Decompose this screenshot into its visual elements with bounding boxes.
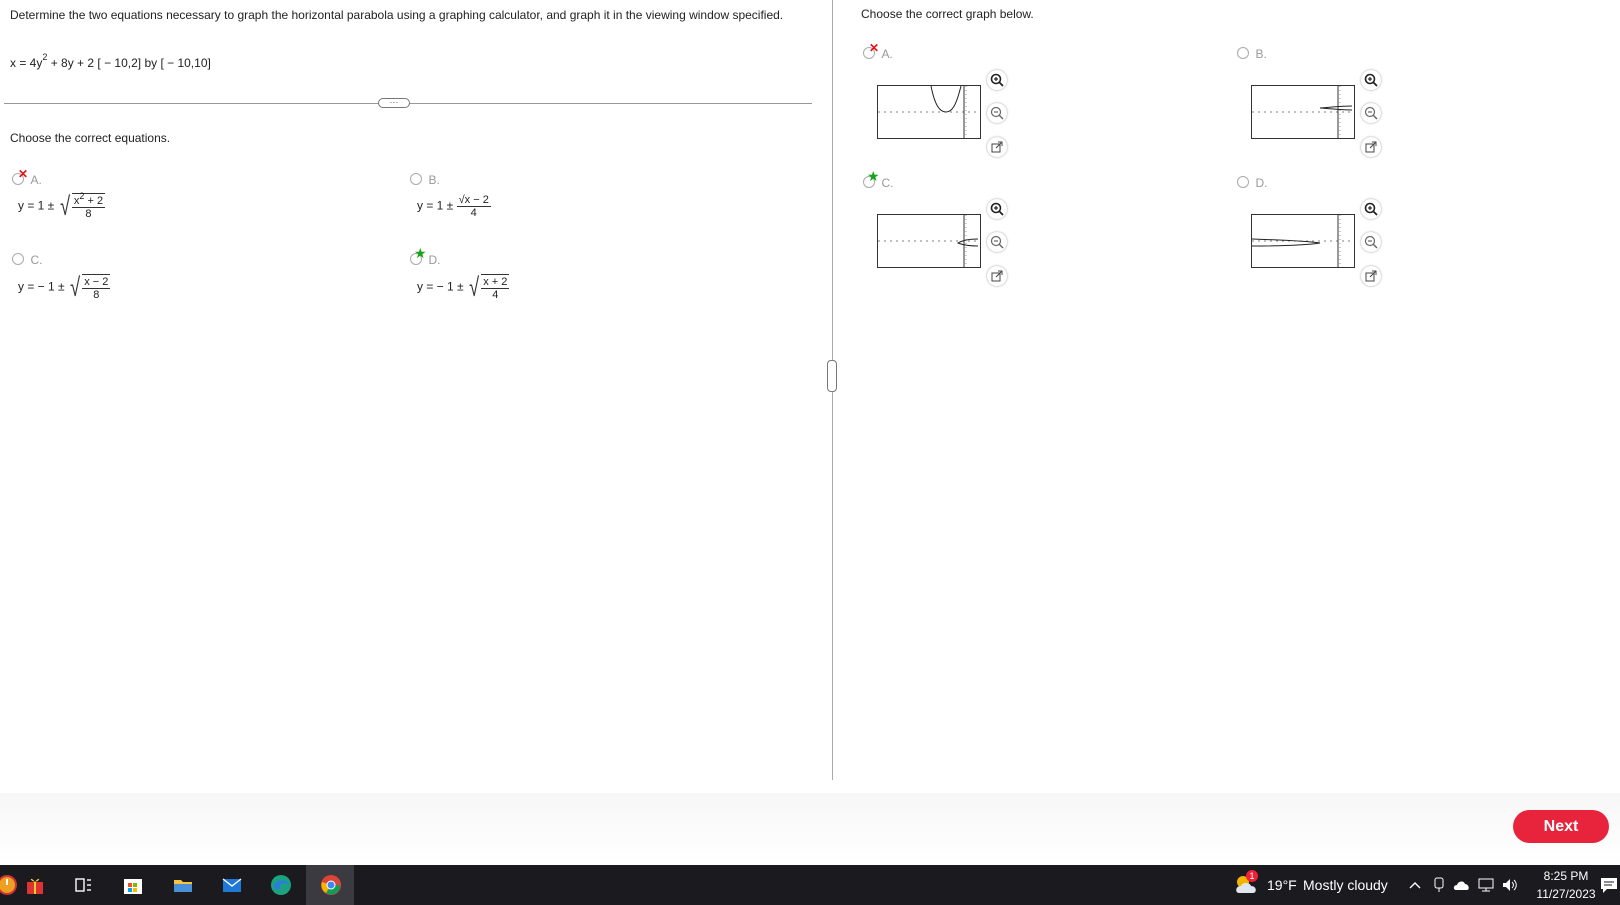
zoom-in-icon[interactable]	[987, 70, 1007, 90]
equation-d-prefix: y = − 1 ±	[417, 279, 464, 294]
zoom-out-icon[interactable]	[987, 103, 1007, 123]
radio-b[interactable]	[410, 173, 422, 185]
equations-prompt: Choose the correct equations.	[10, 131, 171, 145]
chevron-up-icon[interactable]	[1406, 872, 1424, 898]
incorrect-x-icon: ✕	[18, 167, 29, 181]
open-external-icon[interactable]	[987, 266, 1007, 286]
volume-icon[interactable]	[1500, 872, 1520, 898]
graph-option-a[interactable]: ✕ A.	[863, 41, 893, 63]
open-external-icon[interactable]	[987, 137, 1007, 157]
onedrive-cloud-icon[interactable]	[1452, 872, 1472, 898]
equation-exponent: 2	[42, 52, 48, 62]
equation-b-prefix: y = 1 ±	[417, 198, 454, 213]
zoom-in-icon[interactable]	[1361, 70, 1381, 90]
equation-c-num: x − 2	[82, 276, 111, 289]
equation-option-c[interactable]: C.	[12, 251, 42, 269]
graph-c	[877, 214, 981, 268]
graph-letter-a: A.	[881, 47, 893, 61]
clock-app-icon[interactable]	[0, 872, 20, 898]
taskbar-date[interactable]: 11/27/2023	[1527, 887, 1605, 901]
next-button[interactable]: Next	[1513, 810, 1609, 843]
weather-temperature: 19°F	[1267, 877, 1297, 893]
option-letter-d: D.	[428, 253, 441, 267]
equation-b: y = 1 ± √x − 2 4	[417, 194, 491, 219]
equation-b-den: 4	[470, 207, 477, 219]
graph-option-c[interactable]: ★ C.	[863, 168, 894, 192]
equation-c: y = − 1 ± √ x − 2 8	[18, 272, 111, 302]
open-external-icon[interactable]	[1361, 266, 1381, 286]
graph-option-d[interactable]: D.	[1237, 174, 1267, 192]
weather-description: Mostly cloudy	[1303, 877, 1388, 893]
meet-now-icon[interactable]	[1430, 872, 1448, 898]
zoom-out-icon[interactable]	[1361, 103, 1381, 123]
panel-resize-handle[interactable]	[827, 360, 837, 392]
footer-bar	[0, 793, 1620, 865]
zoom-out-icon[interactable]	[987, 232, 1007, 252]
notifications-icon[interactable]	[1598, 872, 1620, 898]
graph-b	[1251, 85, 1355, 139]
option-letter-a: A.	[30, 173, 42, 187]
graph-d	[1251, 214, 1355, 268]
taskbar-time[interactable]: 8:25 PM	[1533, 869, 1599, 883]
incorrect-x-icon: ✕	[869, 41, 880, 55]
equation-a-den: 8	[85, 208, 92, 220]
equation-b-fraction: √x − 2 4	[456, 194, 491, 219]
network-icon[interactable]	[1476, 872, 1496, 898]
zoom-in-icon[interactable]	[987, 199, 1007, 219]
graph-letter-b: B.	[1255, 47, 1267, 61]
equation-option-a[interactable]: ✕ A.	[12, 167, 42, 189]
chrome-browser-icon[interactable]	[318, 872, 344, 898]
file-explorer-icon[interactable]	[170, 872, 196, 898]
equation-a-num-rest: + 2	[84, 195, 104, 207]
equation-d: y = − 1 ± √ x + 2 4	[417, 272, 510, 302]
graph-letter-d: D.	[1255, 176, 1268, 190]
correct-star-icon: ★	[414, 245, 427, 261]
equation-b-num: √x − 2	[456, 194, 491, 207]
option-letter-c: C.	[30, 253, 43, 267]
store-icon[interactable]	[120, 872, 146, 898]
sqrt-symbol: √ x + 2 4	[469, 272, 510, 302]
weather-badge: 1	[1246, 870, 1258, 882]
graph-prompt: Choose the correct graph below.	[861, 7, 1034, 21]
equation-a: y = 1 ± √ x2 + 2 8	[18, 191, 106, 221]
gift-icon[interactable]	[22, 872, 48, 898]
graph-option-b[interactable]: B.	[1237, 45, 1267, 63]
radio-c[interactable]	[12, 253, 24, 265]
radio-graph-d[interactable]	[1237, 176, 1249, 188]
equation-option-b[interactable]: B.	[410, 171, 440, 189]
equation-rest: + 8y + 2 [ − 10,2] by [ − 10,10]	[47, 56, 211, 70]
edge-browser-icon[interactable]	[268, 872, 294, 898]
equation-a-prefix: y = 1 ±	[18, 198, 55, 213]
sqrt-symbol: √ x2 + 2 8	[59, 191, 106, 221]
mail-icon[interactable]	[219, 872, 245, 898]
equation-d-num: x + 2	[481, 276, 510, 289]
windows-taskbar: 1 19°F Mostly cloudy 8:25 PM 11/27/2023	[0, 865, 1620, 905]
equation-a-num-exp: 2	[79, 191, 85, 201]
zoom-out-icon[interactable]	[1361, 232, 1381, 252]
equation-c-prefix: y = − 1 ±	[18, 279, 65, 294]
equation-d-den: 4	[492, 289, 499, 301]
equation-option-d[interactable]: ★ D.	[410, 245, 441, 269]
equation-prefix: x = 4y	[10, 56, 43, 70]
task-view-icon[interactable]	[70, 872, 96, 898]
question-instruction: Determine the two equations necessary to…	[10, 8, 784, 22]
option-letter-b: B.	[428, 173, 440, 187]
zoom-in-icon[interactable]	[1361, 199, 1381, 219]
sqrt-symbol: √ x − 2 8	[70, 272, 111, 302]
equation-c-den: 8	[93, 289, 100, 301]
open-external-icon[interactable]	[1361, 137, 1381, 157]
question-equation: x = 4y2 + 8y + 2 [ − 10,2] by [ − 10,10]	[10, 52, 211, 70]
correct-star-icon: ★	[867, 168, 880, 184]
radio-graph-b[interactable]	[1237, 47, 1249, 59]
graph-a	[877, 85, 981, 139]
expand-more-button[interactable]: ···	[378, 98, 410, 108]
graph-letter-c: C.	[881, 176, 894, 190]
